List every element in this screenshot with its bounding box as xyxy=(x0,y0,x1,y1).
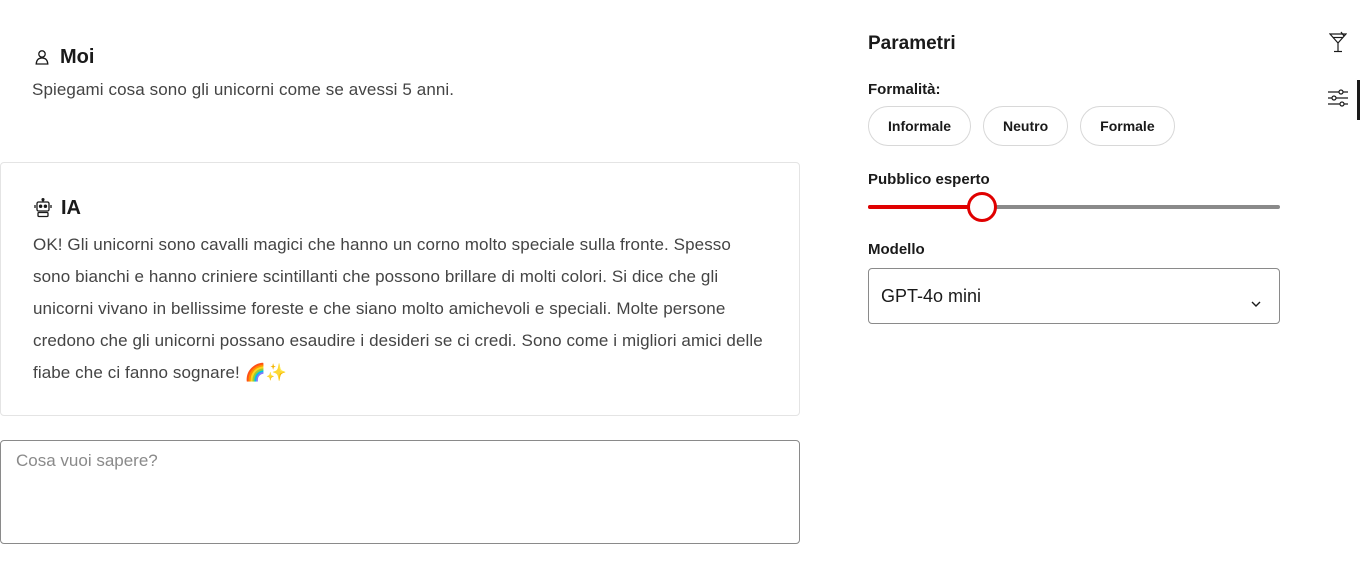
formality-label: Formalità: xyxy=(868,81,941,98)
parameters-title: Parametri xyxy=(868,33,956,54)
slider-thumb[interactable] xyxy=(967,192,997,222)
formality-neutro-button[interactable]: Neutro xyxy=(983,106,1069,146)
cocktail-button[interactable] xyxy=(1316,24,1360,64)
right-rail xyxy=(1316,0,1360,576)
ai-message-text: OK! Gli unicorni sono cavalli magici che… xyxy=(33,235,763,382)
chevron-down-icon xyxy=(1251,291,1261,312)
slider-fill xyxy=(868,205,982,209)
prompt-input[interactable] xyxy=(0,440,800,544)
formality-options: Informale Neutro Formale xyxy=(868,106,1280,146)
settings-sliders-button[interactable] xyxy=(1316,80,1360,120)
ai-message-header: IA xyxy=(33,195,767,221)
user-name: Moi xyxy=(60,45,95,68)
sliders-icon xyxy=(1327,88,1349,113)
model-label: Modello xyxy=(868,241,925,258)
user-message: Moi Spiegami cosa sono gli unicorni come… xyxy=(32,44,792,102)
chat-panel: Moi Spiegami cosa sono gli unicorni come… xyxy=(0,0,800,576)
model-select[interactable]: GPT-4o mini xyxy=(868,268,1280,324)
user-message-text: Spiegami cosa sono gli unicorni come se … xyxy=(32,80,455,99)
robot-icon xyxy=(33,198,53,218)
cocktail-icon xyxy=(1328,31,1348,58)
user-message-header: Moi xyxy=(32,44,792,70)
expert-audience-label: Pubblico esperto xyxy=(868,171,990,188)
expert-audience-slider[interactable] xyxy=(868,192,1280,222)
user-icon xyxy=(32,47,52,67)
ai-name: IA xyxy=(61,196,81,219)
formality-formale-button[interactable]: Formale xyxy=(1080,106,1175,146)
model-selected-value: GPT-4o mini xyxy=(881,285,982,306)
formality-informale-button[interactable]: Informale xyxy=(868,106,972,146)
ai-message: IA OK! Gli unicorni sono cavalli magici … xyxy=(0,162,800,416)
parameters-panel: Parametri Formalità: Informale Neutro Fo… xyxy=(868,30,1280,324)
